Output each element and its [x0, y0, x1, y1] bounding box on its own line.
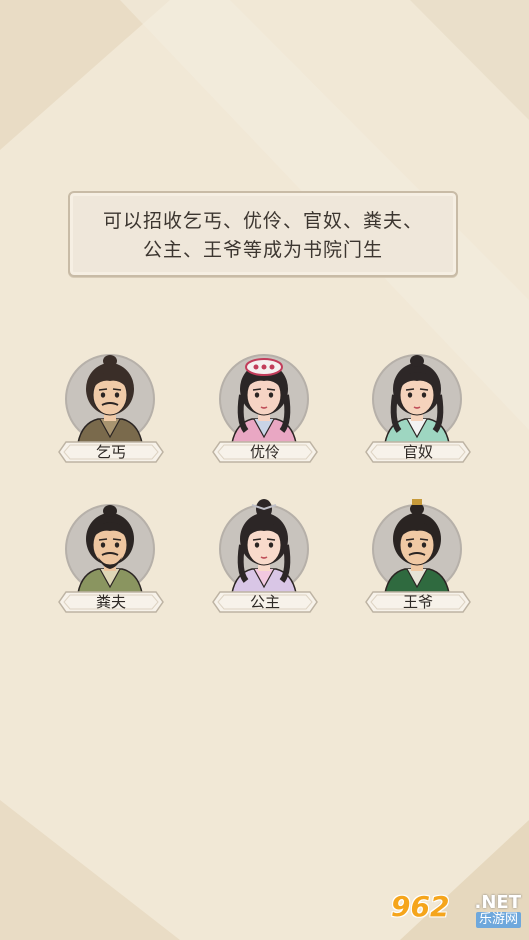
- character-name-tag: 王爷: [365, 591, 471, 613]
- site-watermark: 962 .NET 乐游网: [391, 892, 521, 932]
- intro-line-1: 可以招收乞丐、优伶、官奴、粪夫、: [102, 210, 423, 232]
- character-card[interactable]: 官奴: [365, 345, 475, 475]
- character-portrait: [219, 499, 309, 594]
- character-name: 官奴: [402, 443, 433, 461]
- intro-line-2: 公主、王爷等成为书院门生: [142, 239, 383, 261]
- character-name-tag: 公主: [212, 591, 318, 613]
- character-card[interactable]: 公主: [212, 495, 322, 625]
- character-name-tag: 粪夫: [58, 591, 164, 613]
- character-card[interactable]: 优伶: [212, 345, 322, 475]
- character-portrait: [372, 354, 462, 444]
- watermark-logo: 962: [391, 890, 450, 923]
- character-card[interactable]: 粪夫: [58, 495, 168, 625]
- character-name-tag: 乞丐: [58, 441, 164, 463]
- character-name: 公主: [249, 593, 280, 611]
- character-portrait: [372, 499, 462, 594]
- intro-text: 可以招收乞丐、优伶、官奴、粪夫、 公主、王爷等成为书院门生: [70, 207, 456, 265]
- character-name: 乞丐: [95, 443, 126, 461]
- watermark-sub: 乐游网: [475, 912, 521, 928]
- character-name-tag: 官奴: [365, 441, 471, 463]
- watermark-net: .NET: [474, 892, 521, 913]
- intro-banner: 可以招收乞丐、优伶、官奴、粪夫、 公主、王爷等成为书院门生: [68, 191, 458, 277]
- character-name: 优伶: [249, 443, 280, 461]
- character-name: 王爷: [402, 593, 433, 611]
- character-portrait: [219, 354, 309, 444]
- character-card[interactable]: 乞丐: [58, 345, 168, 475]
- character-card[interactable]: 王爷: [365, 495, 475, 625]
- character-name-tag: 优伶: [212, 441, 318, 463]
- character-portrait: [65, 354, 155, 444]
- character-portrait: [65, 504, 155, 594]
- character-name: 粪夫: [95, 593, 126, 611]
